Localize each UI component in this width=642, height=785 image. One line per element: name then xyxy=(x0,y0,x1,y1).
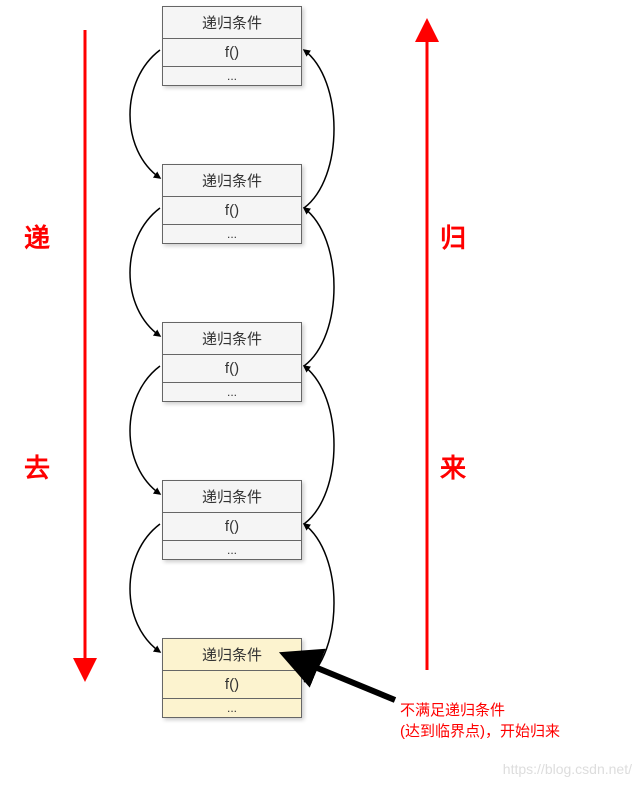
block-fn: f() xyxy=(163,197,301,225)
recursion-block-2: 递归条件 f() ... xyxy=(162,164,302,244)
block-dots: ... xyxy=(163,225,301,243)
curve-up-4 xyxy=(304,524,334,682)
left-label-bottom: 去 xyxy=(24,448,50,485)
recursion-block-5: 递归条件 f() ... xyxy=(162,638,302,718)
block-header: 递归条件 xyxy=(163,323,301,355)
block-dots: ... xyxy=(163,383,301,401)
curve-up-2 xyxy=(304,208,334,366)
block-fn: f() xyxy=(163,355,301,383)
block-dots: ... xyxy=(163,541,301,559)
recursion-block-3: 递归条件 f() ... xyxy=(162,322,302,402)
block-dots: ... xyxy=(163,699,301,717)
curve-down-2 xyxy=(130,208,160,336)
block-header: 递归条件 xyxy=(163,7,301,39)
right-label-top: 归 xyxy=(440,218,466,255)
caption-text: 不满足递归条件 (达到临界点)，开始归来 xyxy=(400,700,560,742)
caption-line-1: 不满足递归条件 xyxy=(400,702,505,719)
caption-line-2: (达到临界点)，开始归来 xyxy=(400,723,560,740)
block-dots: ... xyxy=(163,67,301,85)
block-header: 递归条件 xyxy=(163,639,301,671)
block-fn: f() xyxy=(163,39,301,67)
right-label-bottom: 来 xyxy=(440,448,466,485)
left-label-top: 递 xyxy=(24,218,50,255)
block-fn: f() xyxy=(163,671,301,699)
caption-pointer-arrow xyxy=(310,665,395,700)
curve-down-3 xyxy=(130,366,160,494)
recursion-block-1: 递归条件 f() ... xyxy=(162,6,302,86)
curve-down-4 xyxy=(130,524,160,652)
arrows-overlay xyxy=(0,0,642,785)
curve-up-1 xyxy=(304,50,334,208)
block-header: 递归条件 xyxy=(163,481,301,513)
curve-down-1 xyxy=(130,50,160,178)
recursion-block-4: 递归条件 f() ... xyxy=(162,480,302,560)
curve-up-3 xyxy=(304,366,334,524)
block-header: 递归条件 xyxy=(163,165,301,197)
watermark: https://blog.csdn.net/ xyxy=(503,761,632,777)
block-fn: f() xyxy=(163,513,301,541)
